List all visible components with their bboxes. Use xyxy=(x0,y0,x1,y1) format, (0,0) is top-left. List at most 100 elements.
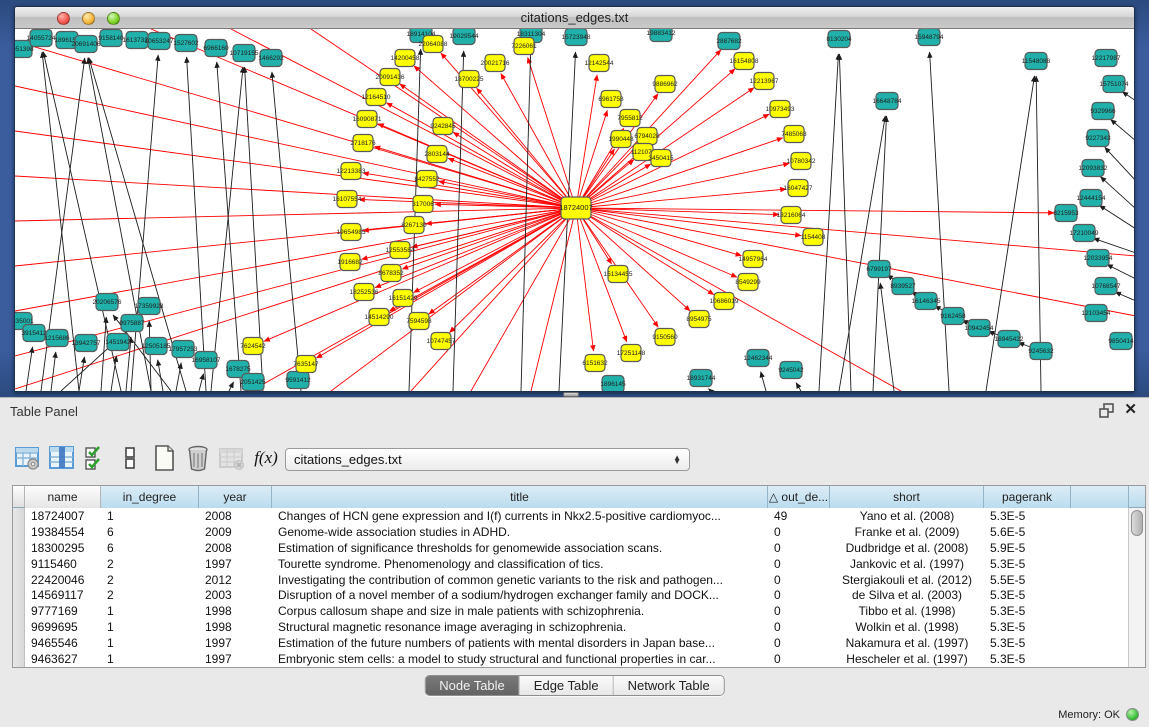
graph-node[interactable]: 8939527 xyxy=(890,278,916,295)
graph-node[interactable]: 10686019 xyxy=(710,293,739,310)
graph-node[interactable]: 10653247 xyxy=(145,33,174,50)
column-header-out_de[interactable]: △ out_de... xyxy=(768,486,830,508)
graph-node[interactable]: 16154808 xyxy=(730,53,759,70)
graph-node[interactable]: 15751074 xyxy=(1100,76,1129,93)
graph-node[interactable]: 17251148 xyxy=(617,345,646,362)
graph-node[interactable]: 20691406 xyxy=(72,36,101,53)
graph-node[interactable]: 14200458 xyxy=(391,50,420,67)
graph-node[interactable]: 1215686 xyxy=(44,330,70,347)
graph-node[interactable]: 12093832 xyxy=(1079,160,1108,177)
graph-node[interactable]: 6151632 xyxy=(582,355,608,372)
graph-node[interactable]: 7955812 xyxy=(617,110,643,127)
column-header-short[interactable]: short xyxy=(830,486,984,508)
graph-node[interactable]: 9975887 xyxy=(119,315,145,332)
graph-node[interactable]: 1896145 xyxy=(600,376,626,393)
graph-node[interactable]: 20021716 xyxy=(481,55,510,72)
graph-node[interactable]: 8678352 xyxy=(378,265,404,282)
graph-node[interactable]: 7624542 xyxy=(240,338,266,355)
column-header-in_degree[interactable]: in_degree xyxy=(101,486,199,508)
graph-node[interactable]: 16107554 xyxy=(333,191,362,208)
vertical-scrollbar[interactable] xyxy=(1128,508,1145,667)
graph-node[interactable]: 317006 xyxy=(412,196,434,213)
graph-node[interactable]: 6794028 xyxy=(634,128,660,145)
graph-node[interactable]: 8427552 xyxy=(414,171,440,188)
graph-node[interactable]: 12553584 xyxy=(386,242,415,259)
table-row[interactable]: 969969511998Structural magnetic resonanc… xyxy=(25,619,1128,635)
graph-canvas[interactable]: 2051398140557241896157206914069158140161… xyxy=(15,29,1135,392)
graph-node[interactable]: 12217987 xyxy=(1092,50,1121,67)
graph-node[interactable]: 19654985 xyxy=(337,224,366,241)
graph-node[interactable]: 16958107 xyxy=(192,352,221,369)
close-panel-icon[interactable]: ✕ xyxy=(1124,403,1137,419)
graph-node[interactable]: 18700225 xyxy=(455,71,484,88)
graph-node[interactable]: 2718176 xyxy=(350,135,376,152)
table-row[interactable]: 946362711997Embryonic stem cells: a mode… xyxy=(25,651,1128,667)
scrollbar-thumb[interactable] xyxy=(1131,510,1143,536)
graph-node[interactable]: 16945422 xyxy=(995,331,1024,348)
graph-node[interactable]: 9245632 xyxy=(1028,343,1054,360)
graph-node[interactable]: 10780342 xyxy=(787,153,816,170)
graph-node[interactable]: 6966160 xyxy=(203,40,229,57)
graph-node[interactable]: 18252536 xyxy=(350,284,379,301)
graph-node[interactable]: 1990448 xyxy=(608,131,634,148)
graph-node[interactable]: 10942454 xyxy=(965,320,994,337)
graph-node[interactable]: 12444154 xyxy=(1077,190,1106,207)
column-header-name[interactable]: name xyxy=(25,486,101,508)
column-header-pagerank[interactable]: pagerank xyxy=(984,486,1071,508)
graph-node[interactable]: 2803144 xyxy=(424,146,450,163)
table-row[interactable]: 946554611997Estimation of the future num… xyxy=(25,635,1128,651)
graph-node[interactable]: 20206576 xyxy=(93,294,122,311)
graph-node[interactable]: 1916682 xyxy=(337,254,363,271)
graph-node[interactable]: 9150560 xyxy=(652,329,678,346)
column-header-title[interactable]: title xyxy=(272,486,768,508)
graph-node[interactable]: 16047427 xyxy=(784,180,813,197)
function-builder-icon[interactable]: f(x) xyxy=(250,442,282,474)
graph-node[interactable]: 1466292 xyxy=(258,50,284,67)
graph-node[interactable]: 22064088 xyxy=(419,36,448,53)
graph-node[interactable]: 9886962 xyxy=(652,76,678,93)
graph-node[interactable]: 2887682 xyxy=(716,33,742,50)
graph-node[interactable]: 9227343 xyxy=(1085,130,1111,147)
table-row[interactable]: 911546021997Tourette syndrome. Phenomeno… xyxy=(25,556,1128,572)
graph-node[interactable]: 7594598 xyxy=(406,313,432,330)
graph-node[interactable]: 13942757 xyxy=(72,335,101,352)
graph-node[interactable]: 9245042 xyxy=(778,362,804,379)
graph-node[interactable]: 14957964 xyxy=(739,251,768,268)
graph-node[interactable]: 6961758 xyxy=(598,91,624,108)
graph-node[interactable]: 18724007 xyxy=(559,197,592,219)
graph-node[interactable]: 11548088 xyxy=(1022,53,1051,70)
table-selector-dropdown[interactable]: citations_edges.txt ▲▼ xyxy=(285,448,690,471)
graph-node[interactable]: 8215953 xyxy=(1053,205,1079,222)
graph-node[interactable]: 15723948 xyxy=(562,29,591,46)
graph-node[interactable]: 19883412 xyxy=(647,29,676,42)
graph-node[interactable]: 8130204 xyxy=(826,31,852,48)
graph-node[interactable]: 8549299 xyxy=(735,274,761,291)
graph-node[interactable]: 9329966 xyxy=(1090,103,1116,120)
graph-node[interactable]: 2051425 xyxy=(240,374,266,391)
graph-node[interactable]: 8267130 xyxy=(401,217,427,234)
graph-node[interactable]: 7226061 xyxy=(511,38,537,55)
table-row[interactable]: 2242004622012Investigating the contribut… xyxy=(25,572,1128,588)
column-header-year[interactable]: year xyxy=(199,486,272,508)
graph-node[interactable]: 18931744 xyxy=(687,370,716,387)
graph-node[interactable]: 9591412 xyxy=(285,372,311,389)
graph-node[interactable]: 13216064 xyxy=(777,207,806,224)
delete-column-trash-icon[interactable] xyxy=(182,442,214,474)
graph-node[interactable]: 19029544 xyxy=(450,29,479,45)
float-panel-icon[interactable] xyxy=(1099,403,1115,419)
graph-node[interactable]: 10719155 xyxy=(230,45,259,62)
graph-node[interactable]: 3450415 xyxy=(648,150,674,167)
graph-node[interactable]: 1527602 xyxy=(173,35,199,52)
graph-node[interactable]: 9162458 xyxy=(940,308,966,325)
tab-node-table[interactable]: Node Table xyxy=(425,676,520,695)
graph-node[interactable]: 15948794 xyxy=(915,29,944,46)
table-row[interactable]: 977716911998Corpus callosum shape and si… xyxy=(25,603,1128,619)
graph-node[interactable]: 17210049 xyxy=(1070,225,1099,242)
graph-node[interactable]: 9158140 xyxy=(98,30,124,47)
graph-node[interactable]: 12103454 xyxy=(1082,305,1111,322)
graph-node[interactable]: 16151429 xyxy=(389,290,418,307)
table-row[interactable]: 1938455462009Genome-wide association stu… xyxy=(25,524,1128,540)
graph-node[interactable]: 7635147 xyxy=(293,356,319,373)
tab-network-table[interactable]: Network Table xyxy=(614,676,724,695)
graph-node[interactable]: 9850414 xyxy=(1108,333,1134,350)
